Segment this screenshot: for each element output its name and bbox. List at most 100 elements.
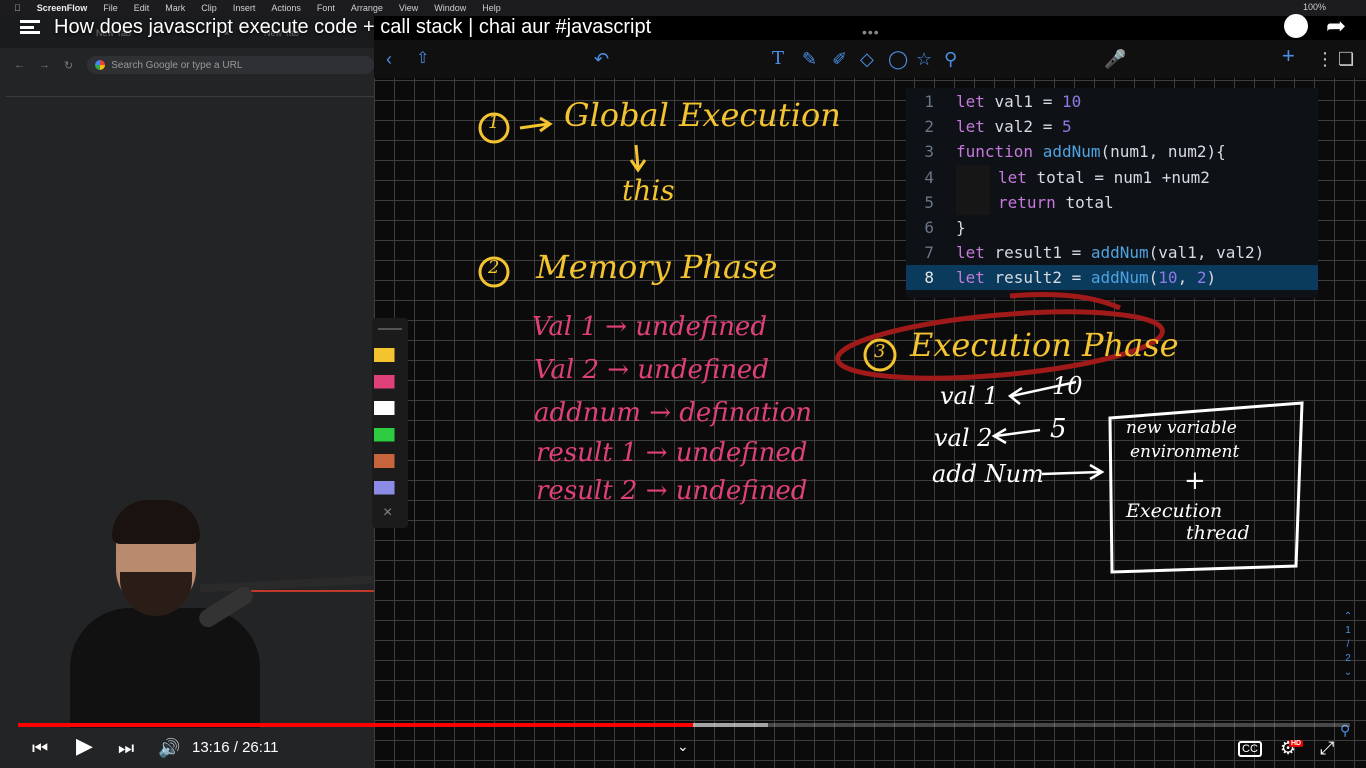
line-number: 3: [924, 142, 934, 162]
pen-palette: ×: [372, 318, 408, 528]
code-token: addNum: [1090, 268, 1149, 288]
indent-guide: [956, 189, 990, 215]
code-token: let: [956, 243, 995, 263]
share-video-icon[interactable]: ➦: [1326, 12, 1346, 41]
memory-item: Val 2 → undefined: [534, 355, 769, 385]
code-token: result1 =: [994, 243, 1091, 263]
next-icon[interactable]: ⏭: [118, 738, 134, 758]
code-line: 4 let total = num1 +num2: [906, 164, 1318, 190]
code-token: 10: [1061, 92, 1082, 111]
pen-color-swatch[interactable]: [374, 374, 408, 389]
code-token: addNum: [1042, 142, 1101, 162]
menu-font[interactable]: Font: [317, 3, 335, 13]
menu-view[interactable]: View: [399, 3, 418, 13]
menu-mark[interactable]: Mark: [165, 3, 185, 13]
code-line: 5 return total: [906, 189, 1318, 215]
captions-icon[interactable]: CC: [1238, 741, 1262, 757]
forward-icon[interactable]: →: [39, 59, 50, 71]
code-line: 6}: [906, 215, 1318, 240]
page-up-icon[interactable]: ⌃: [1340, 610, 1356, 624]
step-2-number: 2: [488, 257, 500, 278]
line-number: 4: [924, 167, 934, 187]
pages-icon[interactable]: ❏: [1338, 50, 1354, 68]
pen-color-swatch[interactable]: [374, 480, 408, 495]
add-page-icon[interactable]: +: [1282, 45, 1295, 67]
code-token: (: [1148, 268, 1159, 288]
menu-edit[interactable]: Edit: [134, 3, 150, 13]
battery-label: 100%: [1302, 2, 1326, 12]
code-token: ): [1206, 268, 1217, 288]
eraser-icon[interactable]: ◇: [860, 50, 874, 68]
code-line: 7 let result1 = addNum (val1, val2): [906, 240, 1318, 265]
microphone-icon[interactable]: 🎤: [1104, 50, 1126, 68]
address-bar[interactable]: Search Google or type a URL: [87, 56, 374, 74]
pen-tool-icon[interactable]: ✎: [802, 50, 817, 68]
back-chevron-icon[interactable]: ‹: [386, 50, 392, 68]
code-line: 3 function addNum (num1, num2){: [906, 139, 1318, 164]
code-token: 2: [1196, 268, 1207, 288]
mic-cable: [250, 590, 374, 592]
code-token: addNum: [1090, 243, 1149, 263]
code-token: let: [956, 268, 995, 288]
more-icon[interactable]: ⋮: [1316, 50, 1334, 68]
menu-window[interactable]: Window: [434, 3, 466, 13]
apple-icon[interactable]: : [14, 3, 21, 13]
player-controls: ⏮ ▶ ⏭ 🔊 13:16 / 26:11 ⌄ CC ⚙ ⤢: [0, 730, 1366, 768]
pen-color-swatch[interactable]: [374, 348, 408, 362]
code-token: total = num1 +num2: [1036, 167, 1210, 187]
whiteboard-toolbar: ‹ ⇧ ↶ T ✎ ✐ ◇ ◯ ☆ ⚲ 🎤 + ⋮ ❏: [374, 40, 1366, 78]
code-token: return: [998, 192, 1066, 212]
step-1-number: 1: [488, 112, 500, 133]
lasso-icon[interactable]: ◯: [888, 50, 908, 68]
page-total: 2: [1345, 653, 1351, 664]
palette-handle[interactable]: [378, 328, 402, 330]
fullscreen-exit-icon[interactable]: ⤢: [1320, 738, 1334, 758]
exec-var-name: add Num: [932, 460, 1044, 488]
highlighter-icon[interactable]: ✐: [832, 50, 847, 68]
execution-phase-heading: Execution Phase: [910, 326, 1179, 364]
chevron-down-icon[interactable]: ⌄: [677, 736, 689, 756]
menu-insert[interactable]: Insert: [233, 3, 256, 13]
menu-arrange[interactable]: Arrange: [351, 3, 383, 13]
code-line: 2 let val2 = 5: [906, 114, 1318, 139]
pen-color-swatch[interactable]: [374, 427, 408, 442]
box-text: environment: [1130, 442, 1240, 462]
code-token: (num1, num2){: [1100, 142, 1226, 162]
share-icon[interactable]: ⇧: [416, 50, 429, 68]
play-icon[interactable]: ▶: [76, 735, 93, 757]
page-down-icon[interactable]: ⌄: [1340, 666, 1356, 680]
text-tool-icon[interactable]: T: [772, 50, 784, 68]
back-icon[interactable]: ←: [14, 59, 25, 71]
line-number: 8: [924, 268, 934, 288]
menu-actions[interactable]: Actions: [271, 3, 301, 13]
video-title: How does javascript execute code + call …: [54, 16, 652, 38]
page-indicator: ⌃ 1 / 2 ⌄: [1340, 610, 1356, 680]
code-token: 5: [1061, 117, 1072, 137]
progress-played[interactable]: [18, 723, 694, 727]
menu-clip[interactable]: Clip: [201, 3, 217, 13]
reload-icon[interactable]: ↻: [64, 59, 73, 72]
line-number: 7: [924, 243, 934, 263]
line-number: 5: [924, 192, 934, 212]
page-separator: /: [1346, 639, 1350, 650]
laser-pointer-icon[interactable]: ⚲: [944, 50, 957, 68]
presenter-torso: [70, 608, 260, 728]
menubar-app-name[interactable]: ScreenFlow: [37, 3, 88, 13]
google-icon: [95, 60, 106, 70]
watch-later-icon[interactable]: [1284, 14, 1308, 38]
exec-var-name: val 2: [934, 424, 993, 452]
shapes-icon[interactable]: ☆: [916, 50, 932, 68]
global-execution-heading: Global Execution: [564, 96, 841, 134]
previous-icon[interactable]: ⏮: [32, 738, 48, 758]
pen-color-swatch[interactable]: [374, 401, 408, 415]
pen-color-swatch[interactable]: [374, 454, 408, 468]
palette-close-icon[interactable]: ×: [383, 504, 392, 522]
exec-var-value: 5: [1050, 414, 1067, 444]
menu-hamburger-icon[interactable]: [20, 20, 40, 34]
undo-icon[interactable]: ↶: [594, 50, 609, 68]
code-line: 8 let result2 = addNum(10, 2): [906, 265, 1318, 291]
menu-file[interactable]: File: [103, 3, 118, 13]
menu-help[interactable]: Help: [482, 3, 501, 13]
code-token: let: [956, 92, 995, 111]
volume-icon[interactable]: 🔊: [158, 738, 180, 758]
